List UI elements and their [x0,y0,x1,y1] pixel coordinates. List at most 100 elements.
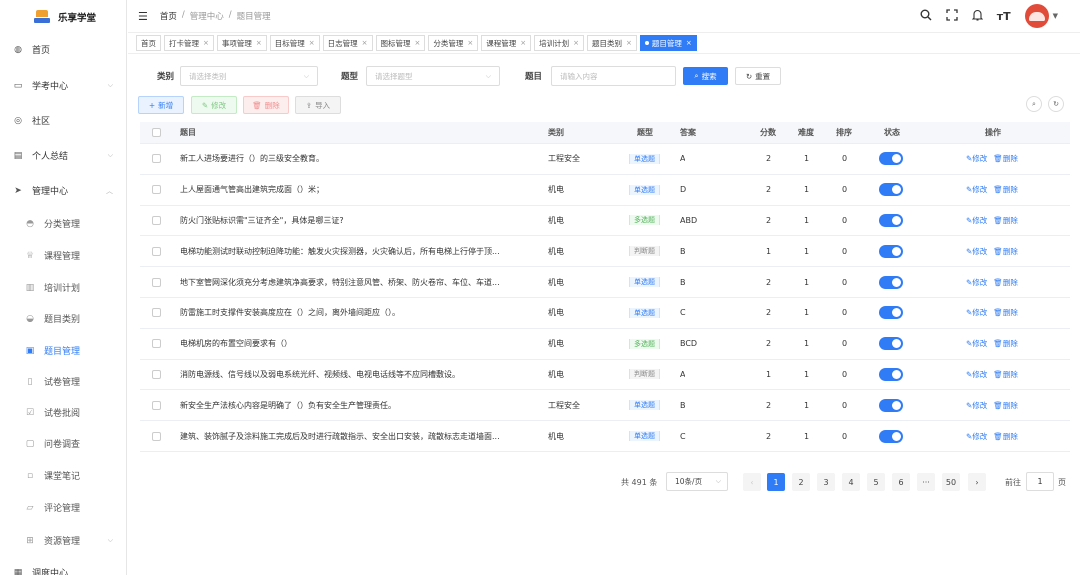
sidebar-item-7[interactable]: ▥ 培训计划 [0,270,126,305]
page-button[interactable]: 1 [767,473,785,491]
next-page-button[interactable]: › [968,473,986,491]
close-icon[interactable]: × [626,39,632,47]
status-switch[interactable] [879,152,903,166]
avatar[interactable] [1024,4,1049,28]
menu-toggle-icon[interactable]: ☰ [138,10,148,23]
row-checkbox[interactable] [152,246,161,256]
status-switch[interactable] [879,337,903,351]
row-checkbox[interactable] [152,400,161,410]
row-edit-link[interactable]: ✎修改 [966,246,987,257]
row-delete-link[interactable]: 🗑删除 [993,246,1018,257]
refresh-icon[interactable]: ↻ [1048,96,1064,112]
row-checkbox[interactable] [152,308,161,318]
status-switch[interactable] [879,367,903,381]
row-checkbox[interactable] [152,339,161,349]
row-edit-link[interactable]: ✎修改 [966,307,987,318]
status-switch[interactable] [879,306,903,320]
row-delete-link[interactable]: 🗑删除 [993,400,1018,411]
sidebar-item-9[interactable]: ▣ 题目管理 [0,333,126,368]
tab-3[interactable]: 目标管理 × [269,35,320,51]
row-delete-link[interactable]: 🗑删除 [993,307,1018,318]
row-checkbox[interactable] [152,277,161,287]
close-icon[interactable]: × [415,39,421,47]
row-checkbox[interactable] [152,215,161,225]
sidebar-item-5[interactable]: ◓ 分类管理 [0,206,126,241]
tab-2[interactable]: 事项管理 × [216,35,267,51]
close-icon[interactable]: × [467,39,473,47]
row-checkbox[interactable] [152,431,161,441]
sidebar-item-10[interactable]: ▯ 试卷管理 [0,364,126,399]
toggle-search-icon[interactable]: ⌕ [1026,96,1042,112]
edit-button[interactable]: ✎ 修改 [191,96,237,114]
sidebar-item-6[interactable]: ♕ 课程管理 [0,238,126,273]
page-button[interactable]: 6 [892,473,910,491]
page-button[interactable]: 5 [867,473,885,491]
sidebar-item-3[interactable]: ▤ 个人总结 ⌵ [0,138,126,173]
more-pages-button[interactable]: ··· [917,473,935,491]
category-select[interactable]: 请选择类别 ⌵ [180,66,318,86]
select-all-checkbox[interactable] [152,128,161,137]
sidebar-item-16[interactable]: ▦ 调度中心 [0,555,126,575]
close-icon[interactable]: × [256,39,262,47]
tab-9[interactable]: 题目类别 × [587,35,637,51]
breadcrumb-home[interactable]: 首页 [160,10,177,22]
status-switch[interactable] [879,244,903,258]
row-delete-link[interactable]: 🗑删除 [993,184,1018,195]
import-button[interactable]: ⇪ 导入 [295,96,341,114]
page-button[interactable]: 3 [817,473,835,491]
sidebar-item-12[interactable]: ▢ 问卷调查 [0,426,126,461]
sidebar-item-15[interactable]: ⊞ 资源管理 ⌵ [0,523,126,558]
tab-4[interactable]: 日志管理 × [322,35,373,51]
app-logo[interactable]: 乐享学堂 [0,0,126,34]
status-switch[interactable] [879,429,903,443]
status-switch[interactable] [879,398,903,412]
row-delete-link[interactable]: 🗑删除 [993,277,1018,288]
close-icon[interactable]: × [520,39,526,47]
sidebar-item-2[interactable]: ◎ 社区 [0,103,126,138]
page-button[interactable]: 50 [942,473,960,491]
reset-button[interactable]: ↻ 重置 [735,67,781,85]
delete-button[interactable]: 🗑 删除 [243,96,289,114]
page-button[interactable]: 2 [792,473,810,491]
question-input[interactable]: 请输入内容 [551,66,676,86]
row-checkbox[interactable] [152,185,161,195]
tab-8[interactable]: 培训计划 × [534,35,584,51]
row-edit-link[interactable]: ✎修改 [966,431,987,442]
sidebar-item-11[interactable]: ☑ 试卷批阅 [0,395,126,430]
goto-page-input[interactable]: 1 [1026,472,1054,491]
sidebar-item-1[interactable]: ▭ 学考中心 ⌵ [0,68,126,103]
row-delete-link[interactable]: 🗑删除 [993,215,1018,226]
page-size-select[interactable]: 10条/页 ⌵ [666,472,728,491]
status-switch[interactable] [879,183,903,197]
bell-icon[interactable] [971,9,984,24]
row-edit-link[interactable]: ✎修改 [966,369,987,380]
close-icon[interactable]: × [203,39,209,47]
caret-down-icon[interactable]: ▼ [1053,12,1058,20]
tab-6[interactable]: 分类管理 × [428,35,479,51]
row-edit-link[interactable]: ✎修改 [966,338,987,349]
breadcrumb-management[interactable]: 管理中心 [190,10,224,22]
sidebar-item-8[interactable]: ◒ 题目类别 [0,301,126,336]
add-button[interactable]: + 新增 [138,96,184,114]
sidebar-item-0[interactable]: ◍ 首页 [0,32,126,67]
row-delete-link[interactable]: 🗑删除 [993,153,1018,164]
row-delete-link[interactable]: 🗑删除 [993,369,1018,380]
close-icon[interactable]: × [686,39,692,47]
tab-0[interactable]: 首页 [136,35,161,51]
search-button[interactable]: ⌕ 搜索 [683,67,728,85]
row-checkbox[interactable] [152,154,161,164]
sidebar-item-4[interactable]: ➤ 管理中心 ︿ [0,173,126,208]
row-edit-link[interactable]: ✎修改 [966,400,987,411]
row-edit-link[interactable]: ✎修改 [966,215,987,226]
type-select[interactable]: 请选择题型 ⌵ [366,66,500,86]
search-icon[interactable] [920,9,932,24]
fullscreen-icon[interactable] [946,8,958,24]
tab-1[interactable]: 打卡管理 × [164,35,214,51]
prev-page-button[interactable]: ‹ [743,473,761,491]
close-icon[interactable]: × [573,39,579,47]
sidebar-item-14[interactable]: ▱ 评论管理 [0,490,126,525]
status-switch[interactable] [879,275,903,289]
row-checkbox[interactable] [152,369,161,379]
row-delete-link[interactable]: 🗑删除 [993,431,1018,442]
row-edit-link[interactable]: ✎修改 [966,184,987,195]
